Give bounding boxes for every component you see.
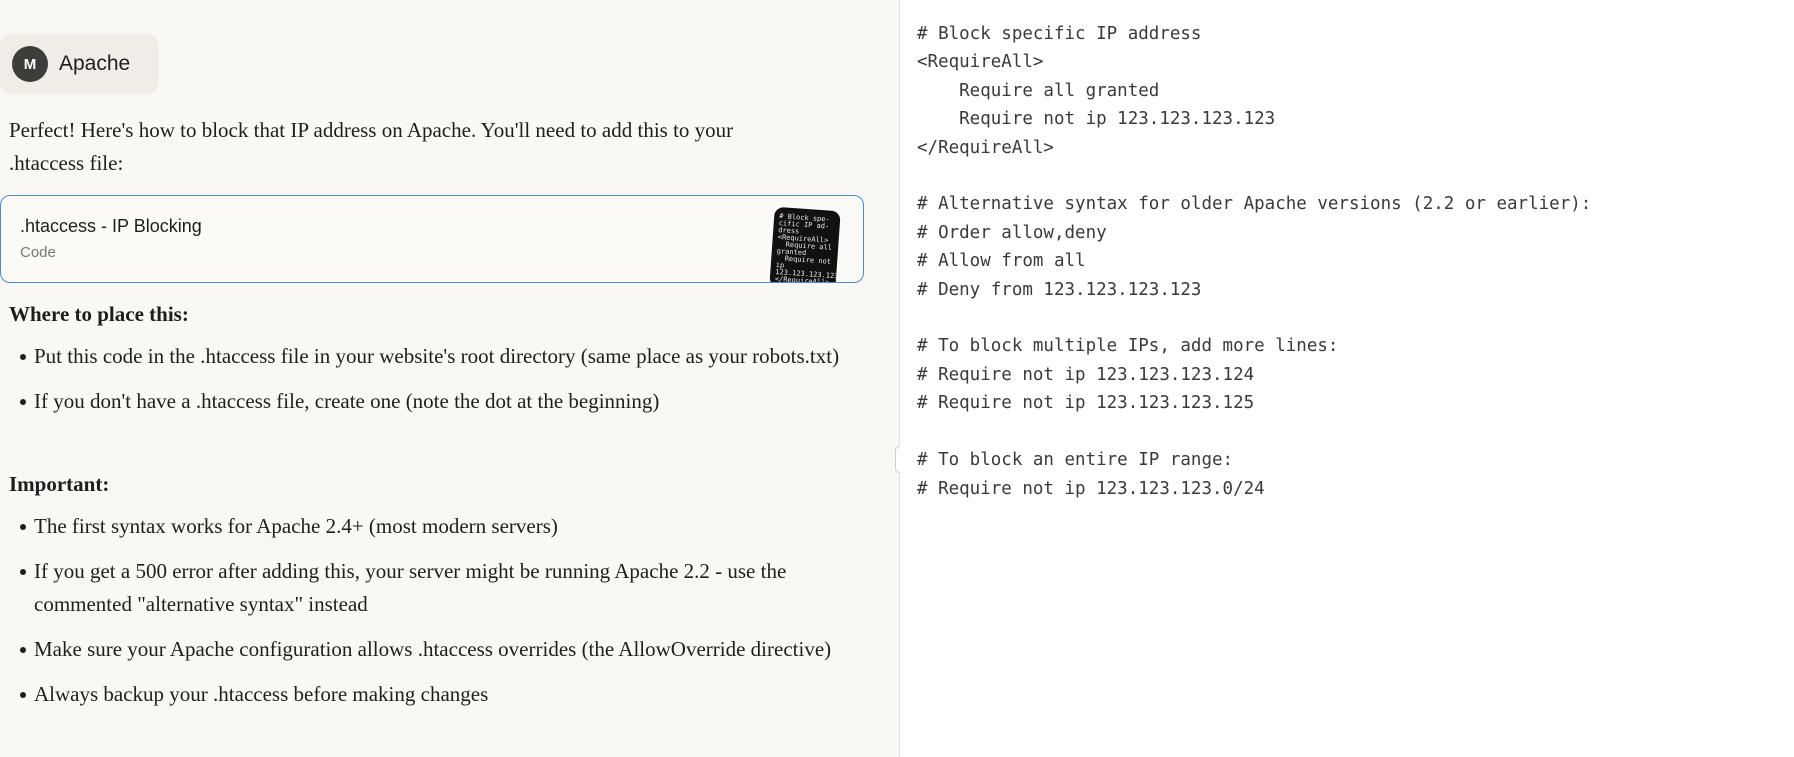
app-window: M Apache Perfect! Here's how to block th… bbox=[0, 0, 1794, 757]
user-avatar[interactable]: M bbox=[12, 46, 48, 82]
chat-pane: M Apache Perfect! Here's how to block th… bbox=[0, 0, 899, 757]
assistant-message: Perfect! Here's how to block that IP add… bbox=[9, 114, 869, 180]
assistant-intro: Perfect! Here's how to block that IP add… bbox=[9, 114, 869, 180]
section-where-to-place: Where to place this: Put this code in th… bbox=[9, 298, 869, 430]
list-item: The first syntax works for Apache 2.4+ (… bbox=[20, 510, 869, 543]
artifact-title: .htaccess - IP Blocking bbox=[20, 216, 202, 236]
list-item: If you don't have a .htaccess file, crea… bbox=[20, 385, 869, 418]
intro-line-2: .htaccess file: bbox=[9, 151, 124, 175]
artifact-thumbnail: # Block spe- cific IP ad- dress <Require… bbox=[769, 206, 841, 282]
user-message-text: Apache bbox=[59, 52, 131, 75]
list-item: Put this code in the .htaccess file in y… bbox=[20, 340, 869, 373]
code-artifact-panel: # Block specific IP address <RequireAll>… bbox=[900, 0, 1794, 757]
artifact-type-label: Code bbox=[20, 244, 56, 261]
user-message: M Apache bbox=[0, 34, 159, 94]
code-block: # Block specific IP address <RequireAll>… bbox=[917, 24, 1592, 499]
list-item: Always backup your .htaccess before maki… bbox=[20, 678, 869, 711]
artifact-card[interactable]: .htaccess - IP Blocking Code # Block spe… bbox=[0, 195, 864, 283]
important-list: The first syntax works for Apache 2.4+ (… bbox=[9, 510, 869, 711]
section-important: Important: The first syntax works for Ap… bbox=[9, 468, 869, 723]
intro-line-1: Perfect! Here's how to block that IP add… bbox=[9, 118, 734, 142]
section-heading-important: Important: bbox=[9, 472, 110, 496]
where-to-place-list: Put this code in the .htaccess file in y… bbox=[9, 340, 869, 418]
section-heading-where-to-place: Where to place this: bbox=[9, 302, 189, 326]
list-item: If you get a 500 error after adding this… bbox=[20, 555, 869, 621]
list-item: Make sure your Apache configuration allo… bbox=[20, 633, 869, 666]
